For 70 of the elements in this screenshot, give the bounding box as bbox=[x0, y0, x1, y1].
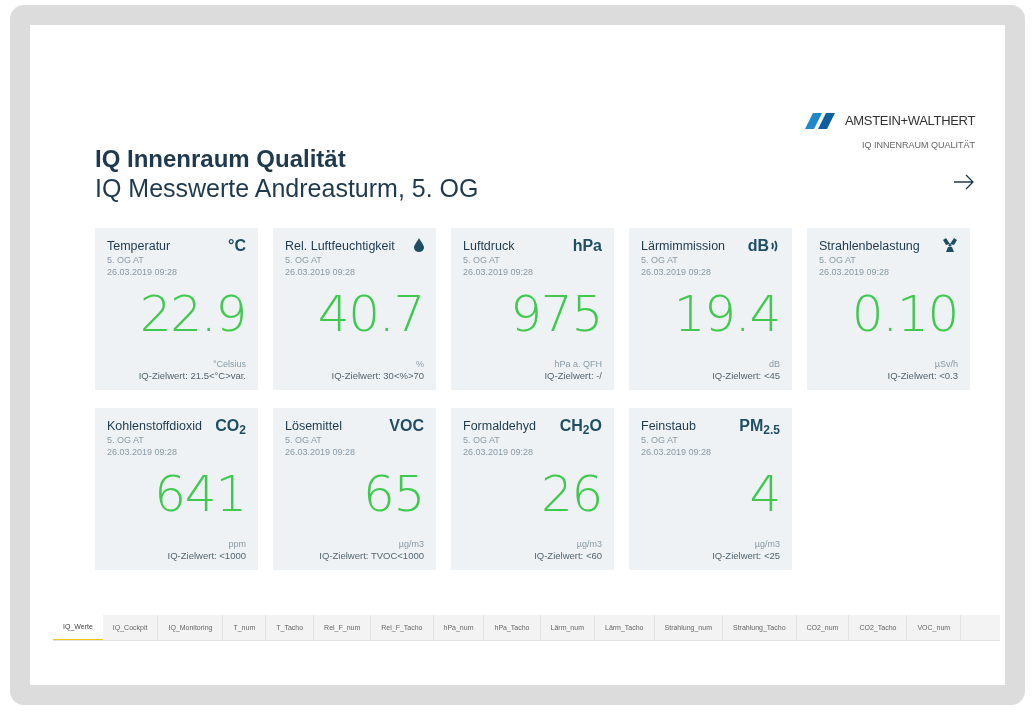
unit-text: hPa a. QFH bbox=[554, 359, 602, 370]
timestamp-text: 26.03.2019 09:28 bbox=[107, 446, 178, 458]
unit-label: PM$_{2.5}$ bbox=[739, 418, 780, 434]
card-title: Lösemittel bbox=[285, 418, 342, 434]
target-value-text: IQ-Zielwert: <25 bbox=[712, 550, 780, 562]
target-value-text: IQ-Zielwert: <45 bbox=[712, 370, 780, 382]
location-text: 5. OG AT bbox=[463, 434, 500, 446]
card-title: Feinstaub bbox=[641, 418, 696, 434]
location-text: 5. OG AT bbox=[107, 434, 144, 446]
unit-label: CH$_{2}$O bbox=[559, 418, 602, 434]
timestamp-text: 26.03.2019 09:28 bbox=[107, 266, 178, 278]
location-text: 5. OG AT bbox=[285, 434, 322, 446]
report-subtitle: IQ Messwerte Andreasturm, 5. OG bbox=[95, 173, 479, 203]
timestamp-text: 26.03.2019 09:28 bbox=[285, 266, 356, 278]
location-text: 5. OG AT bbox=[819, 254, 856, 266]
measurement-value: 26 bbox=[540, 466, 602, 522]
unit-label: VOC bbox=[389, 418, 424, 434]
unit-text: µg/m3 bbox=[398, 539, 424, 550]
measurement-value: 19.4 bbox=[673, 286, 780, 342]
unit-label: CO$_{2}$ bbox=[215, 418, 246, 434]
unit-text: dB bbox=[769, 359, 780, 370]
unit-text: °Celsius bbox=[212, 359, 246, 370]
measurement-value: 0.10 bbox=[851, 286, 958, 342]
target-value-text: IQ-Zielwert: <60 bbox=[534, 550, 602, 562]
measurement-value: 975 bbox=[510, 286, 602, 342]
timestamp-text: 26.03.2019 09:28 bbox=[641, 446, 712, 458]
sound-waves-icon bbox=[770, 239, 780, 253]
location-text: 5. OG AT bbox=[463, 254, 500, 266]
unit-label: dB bbox=[747, 238, 769, 254]
unit-text: µSv/h bbox=[934, 359, 958, 370]
location-text: 5. OG AT bbox=[285, 254, 322, 266]
drop-icon bbox=[414, 238, 424, 252]
timestamp-text: 26.03.2019 09:28 bbox=[641, 266, 712, 278]
card-title: Lärmimmission bbox=[641, 238, 726, 254]
timestamp-text: 26.03.2019 09:28 bbox=[285, 446, 356, 458]
target-value-text: IQ-Zielwert: 30<%>70 bbox=[331, 370, 424, 382]
target-value-text: IQ-Zielwert: -/ bbox=[544, 370, 602, 382]
timestamp-text: 26.03.2019 09:28 bbox=[819, 266, 890, 278]
card-title: Strahlenbelastung bbox=[819, 238, 920, 254]
unit-label: hPa bbox=[572, 238, 602, 254]
timestamp-text: 26.03.2019 09:28 bbox=[463, 446, 534, 458]
measurement-value: 4 bbox=[749, 466, 780, 522]
measurement-value: 40.7 bbox=[317, 286, 424, 342]
card-title: Formaldehyd bbox=[463, 418, 536, 434]
location-text: 5. OG AT bbox=[107, 254, 144, 266]
unit-text: ppm bbox=[228, 539, 246, 550]
brand-tagline: IQ INNENRAUM QUALITÄT bbox=[862, 138, 975, 152]
card-title: Kohlenstoffdioxid bbox=[107, 418, 202, 434]
location-text: 5. OG AT bbox=[641, 254, 678, 266]
measurement-value: 65 bbox=[362, 466, 424, 522]
radiation-icon bbox=[942, 238, 958, 252]
brand-name: AMSTEIN+WALTHERT bbox=[845, 112, 975, 130]
logo-icon bbox=[805, 112, 835, 129]
measurement-value: 641 bbox=[154, 466, 246, 522]
target-value-text: IQ-Zielwert: TVOC<1000 bbox=[319, 550, 424, 562]
card-title: Rel. Luftfeuchtigkeit bbox=[285, 238, 395, 254]
target-value-text: IQ-Zielwert: <1000 bbox=[167, 550, 246, 562]
timestamp-text: 26.03.2019 09:28 bbox=[463, 266, 534, 278]
unit-text: µg/m3 bbox=[576, 539, 602, 550]
next-arrow-icon[interactable] bbox=[953, 174, 975, 190]
card-title: Luftdruck bbox=[463, 238, 515, 254]
report-title: IQ Innenraum Qualität bbox=[95, 145, 347, 173]
measurement-value: 22.9 bbox=[139, 286, 246, 342]
target-value-text: IQ-Zielwert: 21.5<°C>var. bbox=[138, 370, 246, 382]
unit-text: % bbox=[416, 359, 424, 370]
location-text: 5. OG AT bbox=[641, 434, 678, 446]
unit-text: µg/m3 bbox=[754, 539, 780, 550]
target-value-text: IQ-Zielwert: <0.3 bbox=[887, 370, 958, 382]
card-title: Temperatur bbox=[107, 238, 171, 254]
unit-label: °C bbox=[228, 238, 246, 254]
